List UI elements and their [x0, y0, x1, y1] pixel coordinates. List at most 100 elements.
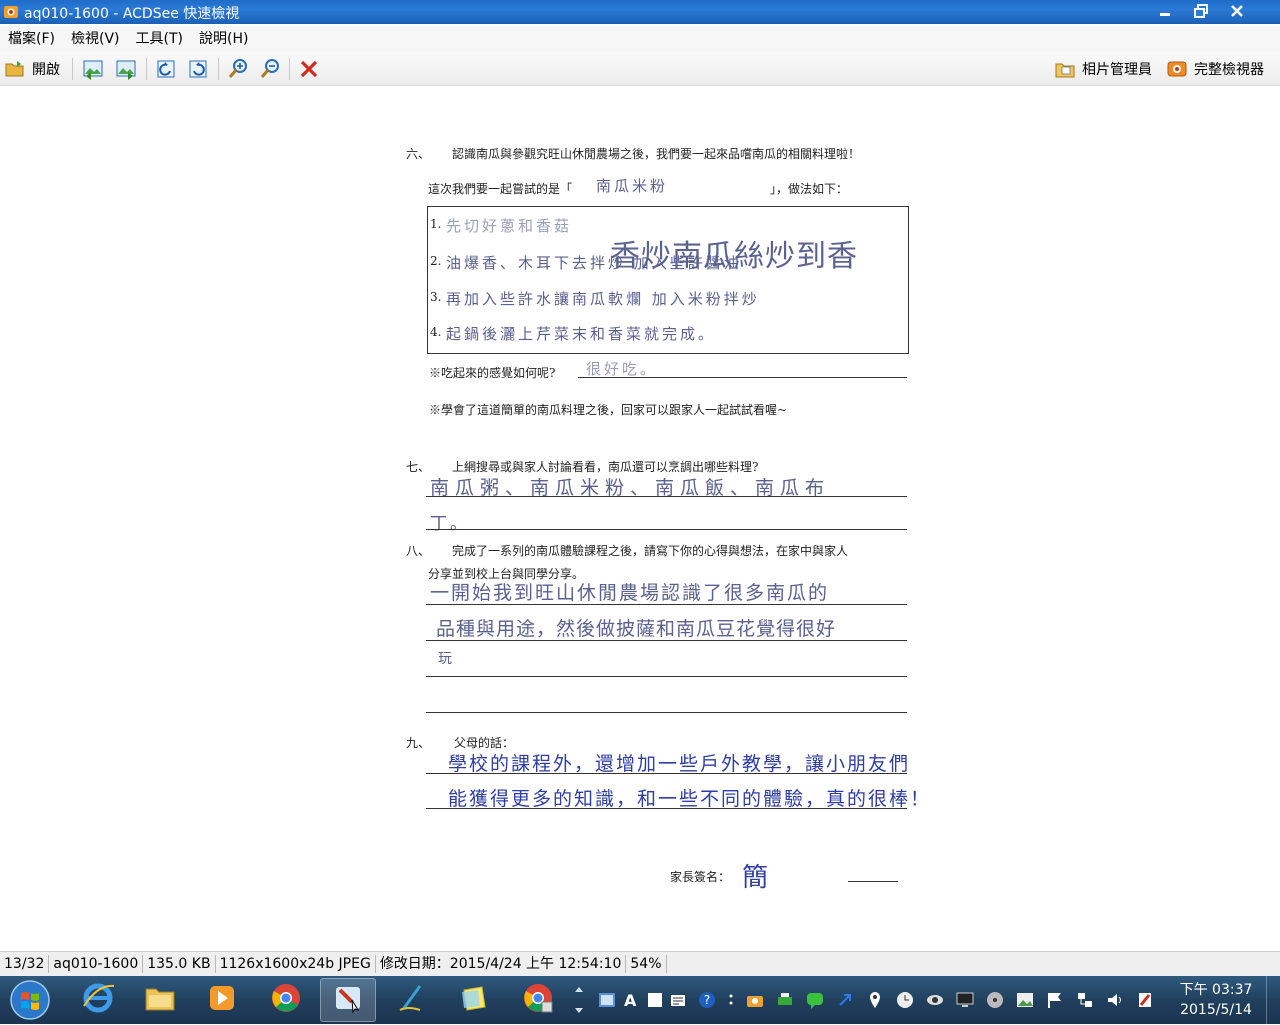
sticky-note-icon	[456, 980, 492, 1020]
signature-label: 家長簽名：	[670, 870, 731, 884]
rotate-left-icon	[155, 58, 177, 80]
taskbar-scroll[interactable]	[572, 980, 586, 1020]
tray-camera-icon[interactable]	[746, 991, 764, 1009]
q9-answer-line1: 學校的課程外，還增加一些戶外教學，讓小朋友們	[448, 753, 911, 775]
scanned-worksheet: 六、 認識南瓜與參觀究旺山休閒農場之後，我們要一起來品嚐南瓜的相關料理啦！ 這次…	[360, 87, 929, 951]
q8-answer-line2: 品種與用途，然後做披薩和南瓜豆花覺得很好	[436, 618, 837, 640]
tray-help-icon[interactable]: ?	[698, 991, 716, 1009]
q8-text: 完成了一系列的南瓜體驗課程之後，請寫下你的心得與想法，在家中與家人	[452, 544, 849, 558]
taskbar-sticky-notes[interactable]	[446, 978, 502, 1022]
tray-location-icon[interactable]	[866, 991, 884, 1009]
step3-number: 3.	[430, 290, 442, 304]
taskbar-internet-explorer[interactable]	[70, 978, 126, 1022]
tray-ime-icon[interactable]	[646, 991, 664, 1009]
taskbar-acdsee[interactable]	[320, 978, 376, 1022]
show-desktop-button[interactable]	[1266, 976, 1280, 1024]
rotate-right-button[interactable]	[187, 56, 209, 82]
next-image-button[interactable]	[114, 56, 138, 82]
tray-printer-icon[interactable]	[776, 991, 794, 1009]
zoom-out-button[interactable]	[259, 56, 281, 82]
step3-text: 再加入些許水讓南瓜軟爛 加入米粉拌炒	[446, 290, 760, 308]
delete-button[interactable]	[298, 56, 320, 82]
answer-line	[578, 377, 907, 378]
rotate-left-button[interactable]	[155, 56, 177, 82]
q6-try-answer: 南瓜米粉	[596, 177, 669, 195]
tray-flag-icon[interactable]	[1046, 991, 1064, 1009]
answer-line	[426, 808, 907, 809]
zoom-in-icon	[227, 58, 249, 80]
clock-date: 2015/5/14	[1180, 1002, 1252, 1018]
tray-bluetooth-icon[interactable]	[836, 991, 854, 1009]
taskbar-chrome[interactable]	[258, 978, 314, 1022]
previous-image-button[interactable]	[81, 56, 105, 82]
q7-number: 七、	[406, 460, 431, 474]
tray-disc-icon[interactable]	[986, 991, 1004, 1009]
menu-view[interactable]: 檢視(V)	[63, 26, 128, 52]
tray-app-red-icon[interactable]	[1136, 991, 1154, 1009]
tray-keyboard-icon[interactable]	[670, 991, 688, 1009]
step1-number: 1.	[430, 217, 442, 231]
toolbar-divider	[146, 58, 147, 80]
media-player-icon	[204, 980, 240, 1020]
signature-line	[848, 881, 898, 882]
zoom-out-icon	[259, 58, 281, 80]
step4-text: 起鍋後灑上芹菜末和香菜就完成。	[446, 325, 717, 343]
full-viewer-button[interactable]: 完整檢視器	[1166, 56, 1264, 82]
tray-language-icon[interactable]: A	[624, 991, 642, 1010]
taskbar-media-player[interactable]	[194, 978, 250, 1022]
start-button[interactable]	[8, 979, 52, 1021]
menu-file[interactable]: 檔案(F)	[0, 26, 63, 52]
answer-line	[426, 529, 907, 530]
taskbar-chrome-2[interactable]	[510, 978, 566, 1022]
menu-bar: 檔案(F) 檢視(V) 工具(T) 說明(H)	[0, 26, 1280, 52]
q8-answer-line1: 一開始我到旺山休閒農場認識了很多南瓜的	[430, 582, 830, 604]
q6-note: ※學會了這道簡單的南瓜料理之後，回家可以跟家人一起試試看喔~	[429, 403, 788, 417]
photo-manager-folder-icon	[1054, 58, 1076, 80]
tray-volume-icon[interactable]	[1106, 991, 1124, 1009]
tray-chat-icon[interactable]	[806, 991, 824, 1009]
status-position: 13/32	[0, 955, 50, 973]
taskbar-paint[interactable]	[384, 978, 440, 1022]
status-zoom: 54%	[626, 955, 667, 973]
tray-image-icon[interactable]	[1016, 991, 1034, 1009]
menu-tools[interactable]: 工具(T)	[128, 26, 191, 52]
status-bar: 13/32 aq010-1600 135.0 KB 1126x1600x24b …	[0, 951, 1280, 976]
chrome-icon	[268, 980, 304, 1020]
q7-answer-line2: 丁。	[430, 514, 470, 534]
svg-text:?: ?	[704, 993, 710, 1007]
taskbar: A ? 下午 03:37 2015/5/14	[0, 976, 1280, 1024]
chrome-icon	[520, 980, 556, 1020]
toolbar-divider	[289, 58, 290, 80]
full-viewer-icon	[1166, 58, 1188, 80]
open-button[interactable]: 開啟	[4, 56, 60, 82]
taskbar-file-explorer[interactable]	[132, 978, 188, 1022]
status-filename: aq010-1600	[49, 955, 144, 973]
tray-clock-icon[interactable]	[896, 991, 914, 1009]
close-button[interactable]	[1214, 0, 1260, 22]
taskbar-clock[interactable]: 下午 03:37 2015/5/14	[1172, 980, 1260, 1020]
acdsee-icon	[330, 980, 366, 1020]
answer-line	[426, 604, 907, 605]
q6-try-prefix: 這次我們要一起嘗試的是「	[428, 182, 573, 196]
q8-answer-line3: 玩	[438, 651, 455, 667]
tray-network-icon[interactable]	[1076, 991, 1094, 1009]
image-viewport[interactable]: 六、 認識南瓜與參觀究旺山休閒農場之後，我們要一起來品嚐南瓜的相關料理啦！ 這次…	[0, 87, 1280, 951]
acdsee-app-icon[interactable]	[3, 4, 19, 20]
photo-manager-button[interactable]: 相片管理員	[1054, 56, 1152, 82]
title-bar: aq010-1600 - ACDSee 快速檢視	[0, 0, 1280, 24]
q9-number: 九、	[406, 736, 431, 750]
photo-manager-label: 相片管理員	[1082, 62, 1152, 78]
tray-monitor-icon[interactable]	[956, 991, 974, 1009]
status-modified: 修改日期：2015/4/24 上午 12:54:10	[376, 955, 627, 973]
step1-text: 先切好蔥和香菇	[446, 217, 573, 235]
open-folder-icon	[4, 58, 26, 80]
answer-line	[426, 773, 907, 774]
status-dimensions: 1126x1600x24b JPEG	[216, 955, 376, 973]
zoom-in-button[interactable]	[227, 56, 249, 82]
next-image-icon	[114, 57, 138, 81]
tray-eye-icon[interactable]	[926, 991, 944, 1009]
tray-app-icon[interactable]	[598, 991, 616, 1009]
menu-help[interactable]: 說明(H)	[191, 26, 256, 52]
status-filesize: 135.0 KB	[143, 955, 216, 973]
tray-options-icon[interactable]	[722, 991, 740, 1009]
